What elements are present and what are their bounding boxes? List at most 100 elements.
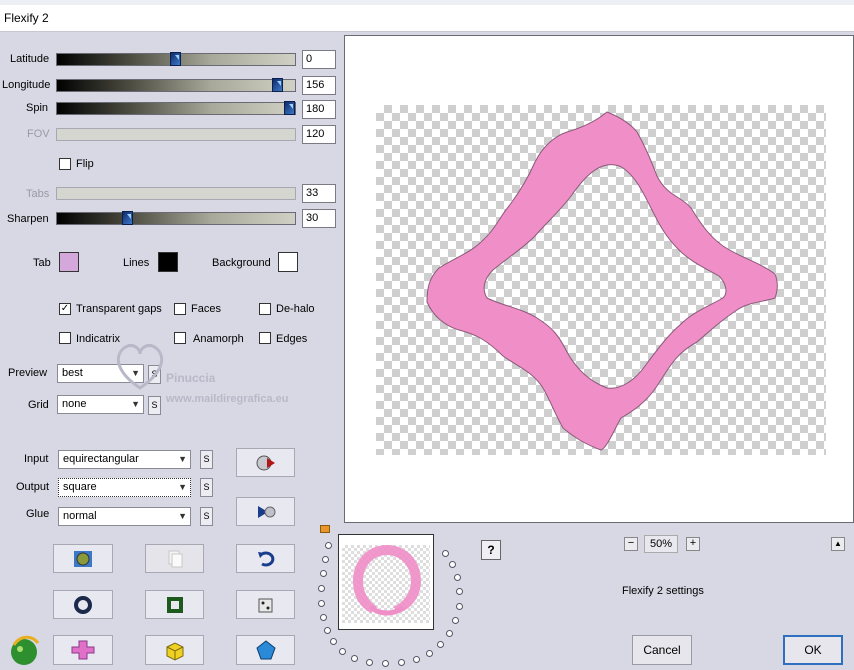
faces-checkbox[interactable]	[174, 303, 186, 315]
input-s-button[interactable]: S	[200, 450, 213, 469]
thumbnail-ring-shape	[353, 545, 421, 616]
spin-value[interactable]: 180	[302, 100, 336, 119]
zoom-out-button[interactable]: −	[624, 537, 638, 551]
fov-label: FOV	[27, 128, 50, 140]
preview-select-value: best	[62, 367, 83, 379]
preview-label: Preview	[8, 367, 48, 379]
orbit-dot[interactable]	[320, 570, 327, 577]
pink-cross-icon	[71, 640, 95, 660]
spin-label: Spin	[26, 102, 49, 114]
polyhedron-tool-button[interactable]	[236, 635, 295, 665]
globe-arrow-icon	[256, 455, 275, 470]
glue-s-button[interactable]: S	[200, 507, 213, 526]
orbit-dot[interactable]	[322, 556, 329, 563]
lines-color-swatch[interactable]	[158, 252, 178, 272]
orbit-dot[interactable]	[426, 650, 433, 657]
longitude-slider-thumb[interactable]	[272, 78, 283, 92]
cancel-button[interactable]: Cancel	[632, 635, 692, 665]
scroll-up-button[interactable]: ▲	[831, 537, 845, 551]
orbit-dot[interactable]	[452, 617, 459, 624]
orbit-dot[interactable]	[324, 627, 331, 634]
help-button[interactable]: ?	[481, 540, 501, 560]
transparent-gaps-checkbox[interactable]: ✓	[59, 303, 71, 315]
ring-icon	[74, 595, 92, 614]
de-halo-checkbox[interactable]	[259, 303, 271, 315]
longitude-label: Longitude	[2, 79, 51, 91]
spin-slider-thumb[interactable]	[284, 101, 295, 115]
sharpen-slider[interactable]	[56, 211, 296, 225]
map-tool-button[interactable]	[53, 544, 113, 573]
orbit-dot[interactable]	[382, 660, 389, 667]
orbit-dot[interactable]	[320, 614, 327, 621]
tiling-tool-button[interactable]	[53, 635, 113, 665]
sharpen-label: Sharpen	[7, 213, 49, 225]
fov-value: 120	[302, 125, 336, 144]
copy-icon	[168, 550, 182, 567]
grid-label: Grid	[28, 399, 49, 411]
cube-tool-button[interactable]	[145, 635, 204, 665]
orbit-dot[interactable]	[351, 655, 358, 662]
orbit-dot[interactable]	[454, 574, 461, 581]
input-label: Input	[24, 453, 49, 465]
latitude-label: Latitude	[10, 53, 50, 65]
orbit-dot[interactable]	[325, 542, 332, 549]
latitude-slider[interactable]	[56, 52, 296, 66]
ring-tool-button[interactable]	[53, 590, 113, 619]
copy-button	[145, 544, 204, 573]
ok-button[interactable]: OK	[783, 635, 843, 665]
tabs-slider	[56, 187, 296, 200]
orbit-dot[interactable]	[456, 588, 463, 595]
orbit-dot[interactable]	[446, 630, 453, 637]
window-title: Flexify 2	[4, 11, 49, 25]
flip-label: Flip	[76, 158, 94, 170]
orbit-dot[interactable]	[318, 600, 325, 607]
orbit-dot[interactable]	[437, 641, 444, 648]
orbit-dot[interactable]	[339, 648, 346, 655]
zoom-level: 50%	[644, 535, 678, 553]
preview-canvas[interactable]	[344, 35, 854, 523]
sharpen-slider-thumb[interactable]	[122, 211, 133, 225]
title-bar: Flexify 2	[0, 5, 854, 32]
sharpen-value[interactable]: 30	[302, 209, 336, 228]
orientation-thumbnail[interactable]	[338, 534, 434, 630]
grid-select-value: none	[62, 398, 87, 410]
watermark-site: www.maildiregrafica.eu	[165, 393, 288, 405]
orbit-dot[interactable]	[398, 659, 405, 666]
input-select[interactable]: equirectangular ▼	[58, 450, 191, 469]
chevron-down-icon: ▼	[178, 454, 187, 464]
flip-checkbox[interactable]	[59, 158, 71, 170]
frame-tool-button[interactable]	[145, 590, 204, 619]
orbit-dot[interactable]	[413, 656, 420, 663]
tab-color-swatch[interactable]	[59, 252, 79, 272]
faces-label: Faces	[191, 303, 221, 315]
watermark-logo: Pinuccia www.maildiregrafica.eu	[110, 330, 340, 410]
undo-icon	[257, 551, 274, 566]
glue-select[interactable]: normal ▼	[58, 507, 191, 526]
indicatrix-checkbox[interactable]	[59, 332, 71, 344]
spin-slider[interactable]	[56, 101, 296, 115]
dice-icon	[258, 598, 272, 612]
latitude-value[interactable]: 0	[302, 50, 336, 69]
play-globe-icon	[257, 505, 275, 518]
undo-button[interactable]	[236, 544, 295, 573]
longitude-slider[interactable]	[56, 78, 296, 92]
globe-logo-icon	[11, 635, 40, 665]
watermark-name: Pinuccia	[166, 371, 216, 385]
latitude-slider-thumb[interactable]	[170, 52, 181, 66]
orbit-dot[interactable]	[366, 659, 373, 666]
output-s-button[interactable]: S	[200, 478, 213, 497]
longitude-value[interactable]: 156	[302, 76, 336, 95]
orbit-dot[interactable]	[318, 585, 325, 592]
play-animation-button[interactable]	[236, 497, 295, 526]
output-select-value: square	[63, 481, 97, 493]
randomize-input-button[interactable]	[236, 448, 295, 477]
flexify-logo	[6, 633, 42, 667]
output-select[interactable]: square ▼	[58, 478, 191, 497]
background-color-swatch[interactable]	[278, 252, 298, 272]
orbit-dot[interactable]	[330, 638, 337, 645]
orbit-dot[interactable]	[442, 550, 449, 557]
orbit-dot[interactable]	[449, 561, 456, 568]
zoom-in-button[interactable]: +	[686, 537, 700, 551]
random-dice-button[interactable]	[236, 590, 295, 619]
orbit-dot[interactable]	[456, 603, 463, 610]
